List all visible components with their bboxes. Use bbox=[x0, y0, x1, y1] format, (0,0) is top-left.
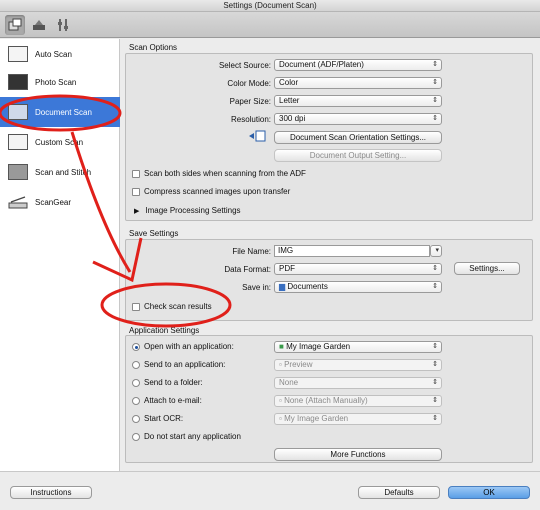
sidebar-item-custom-scan[interactable]: Custom Scan bbox=[0, 127, 120, 157]
radio-label: Attach to e-mail: bbox=[144, 396, 202, 405]
sidebar: Auto Scan Photo Scan Document Scan Custo… bbox=[0, 39, 120, 471]
checkbox-label: Check scan results bbox=[144, 302, 212, 311]
format-settings-button[interactable]: Settings... bbox=[454, 262, 520, 275]
send-to-app-dropdown[interactable]: ▫ Preview ⇕ bbox=[274, 359, 442, 371]
scan-options-heading: Scan Options bbox=[129, 43, 178, 52]
scan-both-sides-checkbox[interactable]: Scan both sides when scanning from the A… bbox=[132, 169, 306, 178]
sidebar-item-document-scan[interactable]: Document Scan bbox=[0, 97, 120, 127]
folder-icon: ▆ bbox=[279, 282, 286, 291]
open-with-app-radio[interactable]: Open with an application: bbox=[132, 342, 234, 351]
checkbox-box bbox=[132, 187, 140, 196]
sidebar-item-label: Scan and Stitch bbox=[35, 167, 92, 177]
image-processing-disclosure[interactable]: ▶ Image Processing Settings bbox=[134, 206, 241, 215]
checkbox-label: Compress scanned images upon transfer bbox=[144, 187, 291, 196]
auto-scan-icon bbox=[8, 46, 28, 62]
defaults-button[interactable]: Defaults bbox=[358, 486, 440, 499]
paper-size-label: Paper Size: bbox=[229, 97, 271, 106]
sidebar-item-auto-scan[interactable]: Auto Scan bbox=[0, 39, 120, 69]
orientation-settings-button[interactable]: Document Scan Orientation Settings... bbox=[274, 131, 442, 144]
radio-label: Start OCR: bbox=[144, 414, 184, 423]
file-name-label: File Name: bbox=[232, 247, 271, 256]
main-panel: Scan Options Select Source: Document (AD… bbox=[121, 39, 540, 471]
scan-from-computer-tab[interactable] bbox=[5, 15, 25, 35]
select-source-label: Select Source: bbox=[218, 61, 271, 70]
email-icon: ▫ bbox=[279, 396, 282, 405]
radio-dot bbox=[132, 432, 140, 441]
radio-dot bbox=[132, 378, 140, 387]
radio-label: Send to an application: bbox=[144, 360, 226, 369]
radio-dot bbox=[132, 396, 140, 405]
app-icon: ■ bbox=[279, 342, 284, 351]
sidebar-item-photo-scan[interactable]: Photo Scan bbox=[0, 67, 120, 97]
radio-label: Send to a folder: bbox=[144, 378, 203, 387]
document-output-setting-button[interactable]: Document Output Setting... bbox=[274, 149, 442, 162]
toolbar bbox=[0, 12, 540, 38]
checkbox-box bbox=[132, 302, 140, 311]
radio-dot bbox=[132, 342, 140, 351]
open-with-app-dropdown[interactable]: ■ My Image Garden ⇕ bbox=[274, 341, 442, 353]
scanner-panel-icon bbox=[33, 20, 45, 30]
document-scan-icon bbox=[8, 104, 28, 120]
scan-from-panel-tab[interactable] bbox=[29, 15, 49, 35]
sliders-icon bbox=[58, 19, 68, 31]
data-format-label: Data Format: bbox=[224, 265, 271, 274]
scan-options-group: Select Source: Document (ADF/Platen) ⇕ Co… bbox=[125, 53, 533, 221]
save-in-label: Save in: bbox=[242, 283, 271, 292]
save-settings-group: File Name: IMG ▾ Data Format: PDF ⇕ Setti… bbox=[125, 239, 533, 321]
send-to-folder-radio[interactable]: Send to a folder: bbox=[132, 378, 203, 387]
radio-label: Do not start any application bbox=[144, 432, 241, 441]
ok-button[interactable]: OK bbox=[448, 486, 530, 499]
general-settings-tab[interactable] bbox=[53, 15, 73, 35]
checkbox-label: Scan both sides when scanning from the A… bbox=[144, 169, 306, 178]
sidebar-item-label: Custom Scan bbox=[35, 137, 84, 147]
select-source-dropdown[interactable]: Document (ADF/Platen) ⇕ bbox=[274, 59, 442, 71]
attach-to-email-dropdown[interactable]: ▫ None (Attach Manually) ⇕ bbox=[274, 395, 442, 407]
save-settings-heading: Save Settings bbox=[129, 229, 179, 238]
sidebar-item-label: Photo Scan bbox=[35, 77, 77, 87]
send-to-folder-dropdown[interactable]: None ⇕ bbox=[274, 377, 442, 389]
start-ocr-radio[interactable]: Start OCR: bbox=[132, 414, 183, 423]
sidebar-item-label: ScanGear bbox=[35, 197, 72, 207]
start-ocr-dropdown[interactable]: ▫ My Image Garden ⇕ bbox=[274, 413, 442, 425]
orientation-icon bbox=[249, 130, 266, 142]
resolution-dropdown[interactable]: 300 dpi ⇕ bbox=[274, 113, 442, 125]
radio-label: Open with an application: bbox=[144, 342, 234, 351]
scanner-computer-icon bbox=[8, 18, 22, 31]
instructions-button[interactable]: Instructions bbox=[10, 486, 92, 499]
color-mode-dropdown[interactable]: Color ⇕ bbox=[274, 77, 442, 89]
application-settings-group: Open with an application: ■ My Image Gar… bbox=[125, 335, 533, 463]
more-functions-button[interactable]: More Functions bbox=[274, 448, 442, 461]
file-name-dropdown-button[interactable]: ▾ bbox=[430, 245, 442, 257]
disclosure-triangle-icon: ▶ bbox=[134, 207, 140, 215]
attach-to-email-radio[interactable]: Attach to e-mail: bbox=[132, 396, 202, 405]
send-to-app-radio[interactable]: Send to an application: bbox=[132, 360, 225, 369]
check-scan-results-checkbox[interactable]: Check scan results bbox=[132, 302, 212, 311]
window-title: Settings (Document Scan) bbox=[0, 0, 540, 12]
color-mode-label: Color Mode: bbox=[227, 79, 271, 88]
photo-scan-icon bbox=[8, 74, 28, 90]
radio-dot bbox=[132, 360, 140, 369]
data-format-dropdown[interactable]: PDF ⇕ bbox=[274, 263, 442, 275]
resolution-label: Resolution: bbox=[230, 115, 271, 124]
disclosure-label: Image Processing Settings bbox=[145, 206, 241, 215]
compress-images-checkbox[interactable]: Compress scanned images upon transfer bbox=[132, 187, 290, 196]
sidebar-item-scangear[interactable]: ScanGear bbox=[0, 187, 120, 217]
save-in-dropdown[interactable]: ▆ Documents ⇕ bbox=[274, 281, 442, 293]
custom-scan-icon bbox=[8, 134, 28, 150]
file-name-input[interactable]: IMG bbox=[274, 245, 430, 257]
ocr-app-icon: ▫ bbox=[279, 414, 282, 423]
sidebar-item-label: Document Scan bbox=[35, 107, 92, 117]
paper-size-dropdown[interactable]: Letter ⇕ bbox=[274, 95, 442, 107]
scan-stitch-icon bbox=[8, 164, 28, 180]
preview-app-icon: ▫ bbox=[279, 360, 282, 369]
application-settings-heading: Application Settings bbox=[129, 326, 200, 335]
do-not-start-radio[interactable]: Do not start any application bbox=[132, 432, 241, 441]
footer-bar: Instructions Defaults OK bbox=[0, 471, 540, 510]
sidebar-item-label: Auto Scan bbox=[35, 49, 72, 59]
radio-dot bbox=[132, 414, 140, 423]
sidebar-item-scan-and-stitch[interactable]: Scan and Stitch bbox=[0, 157, 120, 187]
checkbox-box bbox=[132, 169, 140, 178]
scangear-icon bbox=[8, 194, 28, 210]
